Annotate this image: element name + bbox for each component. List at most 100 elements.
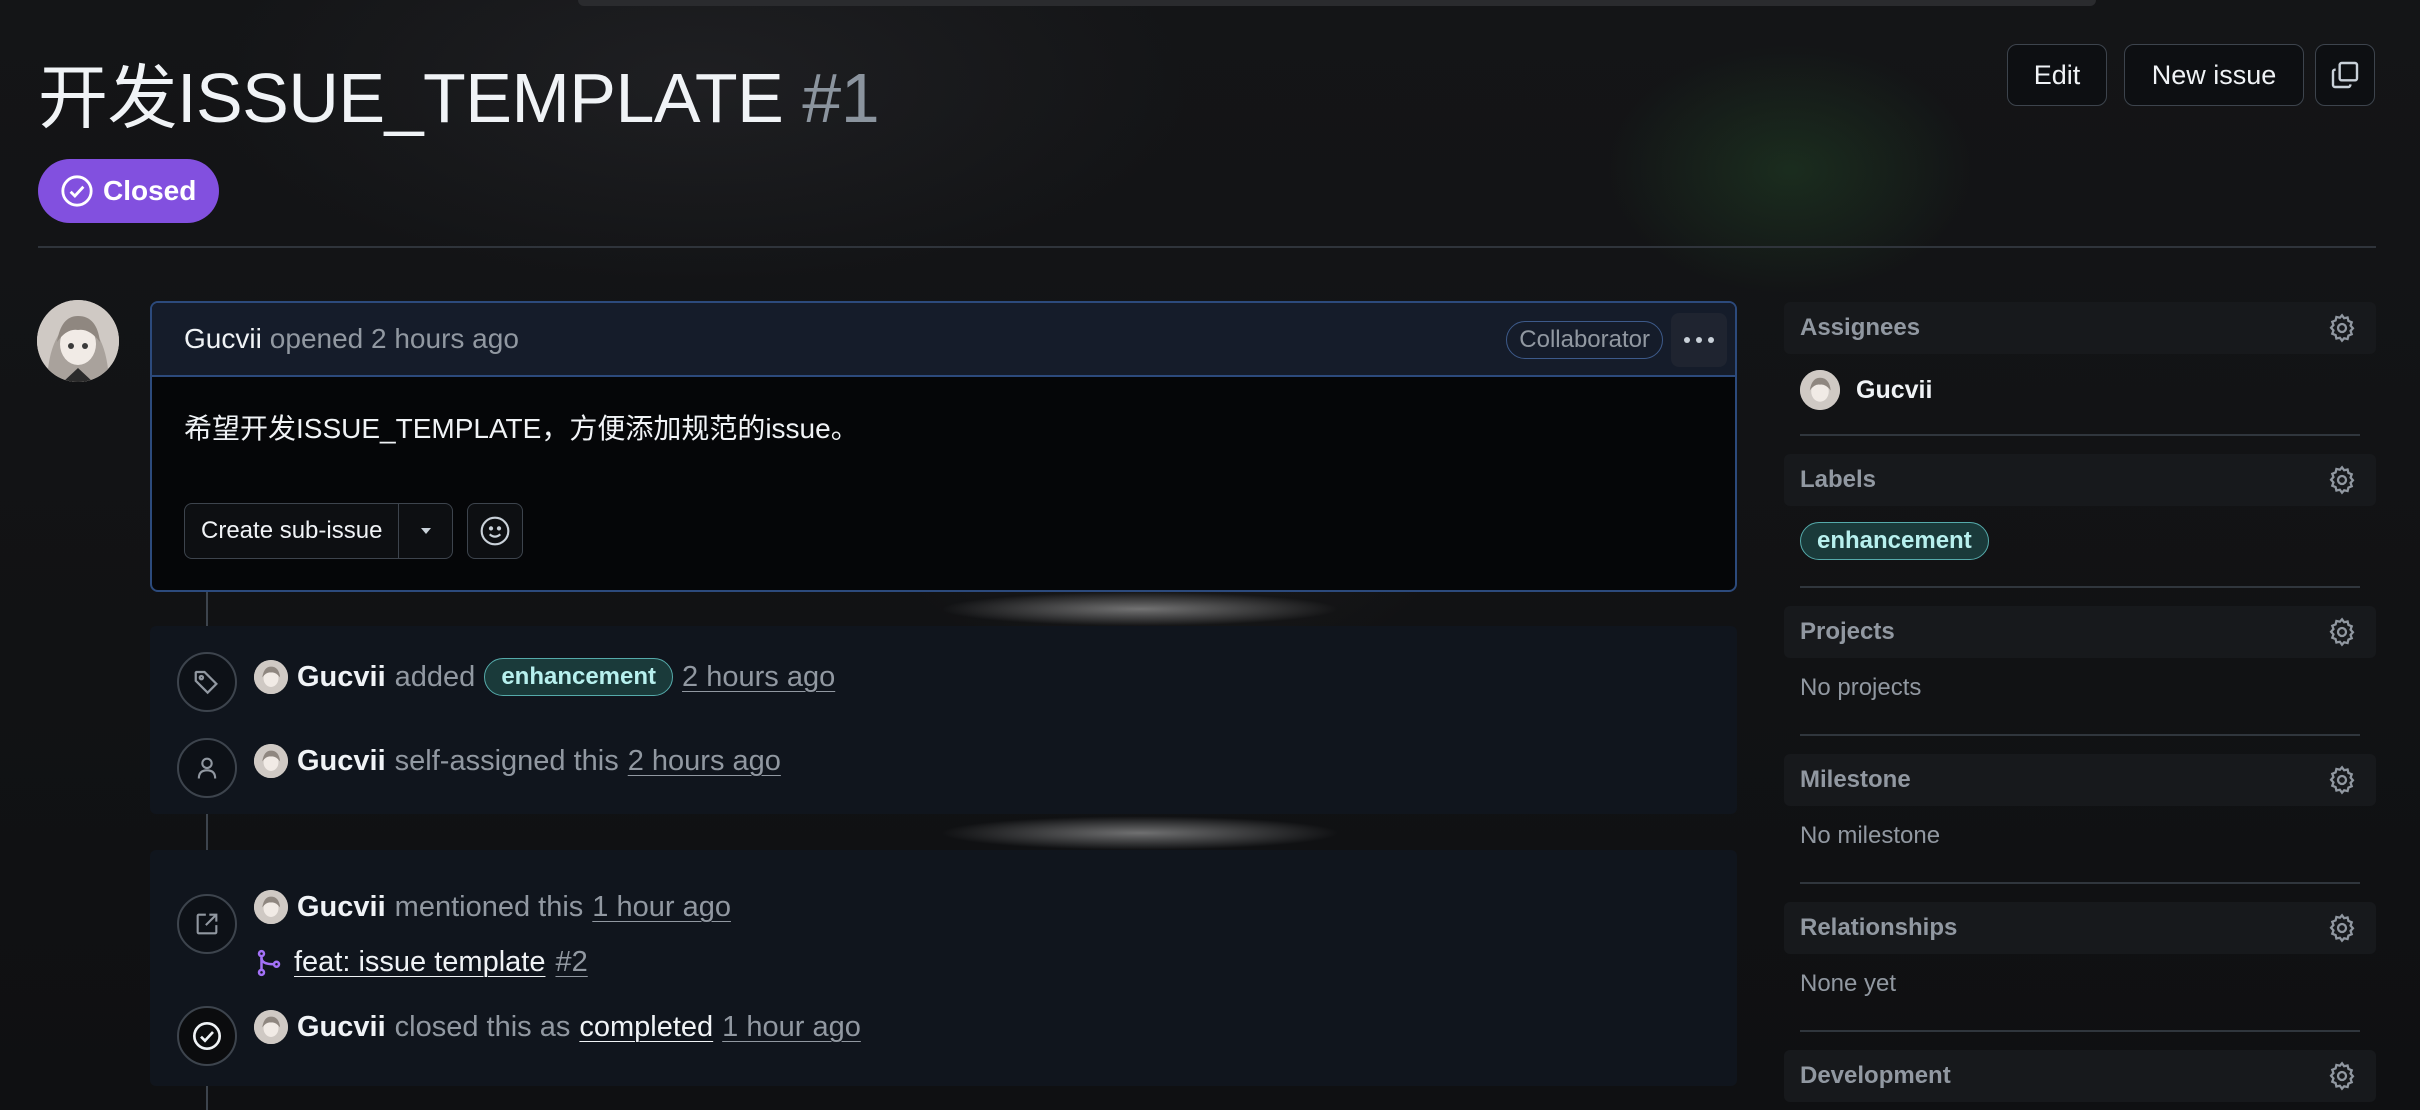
event-timestamp[interactable]: 1 hour ago bbox=[592, 891, 731, 924]
comment-actions: Create sub-issue bbox=[184, 503, 524, 559]
kebab-dot bbox=[1708, 337, 1714, 343]
comment-header: Gucvii opened 2 hours ago Collaborator bbox=[152, 303, 1735, 377]
event-action: self-assigned this bbox=[394, 744, 619, 777]
pull-request-merged-icon bbox=[257, 949, 281, 976]
gear-icon[interactable] bbox=[2326, 312, 2358, 344]
cross-reference-icon bbox=[196, 913, 218, 935]
sidebar-divider bbox=[1800, 734, 2360, 736]
new-issue-button[interactable]: New issue bbox=[2124, 44, 2304, 106]
sidebar-divider bbox=[1800, 1030, 2360, 1032]
assignees-heading: Assignees bbox=[1800, 314, 1921, 341]
milestone-heading: Milestone bbox=[1800, 766, 1911, 793]
timeline-glow bbox=[940, 816, 1340, 850]
timeline-event-closed: Gucvii closed this as completed 1 hour a… bbox=[150, 996, 1737, 1076]
event-user[interactable]: Gucvii bbox=[297, 891, 386, 924]
event-action: added bbox=[394, 660, 476, 693]
event-avatar[interactable] bbox=[254, 744, 288, 778]
event-action: closed this as bbox=[394, 1010, 571, 1043]
timeline-badge bbox=[177, 1006, 237, 1066]
copy-link-button[interactable] bbox=[2315, 44, 2375, 106]
timeline-badge bbox=[177, 738, 237, 798]
issue-title-text: 开发ISSUE_TEMPLATE bbox=[38, 59, 784, 137]
issue-title: 开发ISSUE_TEMPLATE #1 bbox=[38, 42, 880, 143]
triangle-down-icon bbox=[420, 528, 431, 534]
labels-heading: Labels bbox=[1800, 466, 1877, 493]
relationships-heading: Relationships bbox=[1800, 914, 1958, 941]
issue-state-label: Closed bbox=[103, 175, 197, 206]
event-timestamp[interactable]: 2 hours ago bbox=[628, 745, 781, 778]
sidebar-development: Development bbox=[1784, 1050, 2376, 1102]
sidebar-labels: Labels enhancement bbox=[1784, 454, 2376, 560]
event-avatar[interactable] bbox=[254, 890, 288, 924]
assignees-header[interactable]: Assignees bbox=[1784, 302, 2376, 354]
projects-value: No projects bbox=[1800, 674, 1922, 701]
gear-icon[interactable] bbox=[2326, 464, 2358, 496]
sidebar-milestone: Milestone No milestone bbox=[1784, 754, 2376, 850]
milestone-header[interactable]: Milestone bbox=[1784, 754, 2376, 806]
issue-state-badge: Closed bbox=[38, 159, 219, 223]
author-avatar[interactable] bbox=[37, 300, 119, 382]
timeline-event-assigned: Gucvii self-assigned this 2 hours ago bbox=[150, 722, 1737, 802]
event-user[interactable]: Gucvii bbox=[297, 1011, 386, 1044]
timeline-event-mentioned: Gucvii mentioned this 1 hour ago feat: i… bbox=[150, 850, 1737, 990]
label-enhancement[interactable]: enhancement bbox=[484, 658, 674, 696]
comment-author[interactable]: Gucvii bbox=[184, 323, 262, 355]
labels-list: enhancement bbox=[1784, 522, 2376, 560]
gear-icon[interactable] bbox=[2326, 1060, 2358, 1092]
timeline-badge bbox=[177, 894, 237, 954]
projects-header[interactable]: Projects bbox=[1784, 606, 2376, 658]
person-icon bbox=[197, 757, 217, 779]
assignee-avatar[interactable] bbox=[1800, 370, 1840, 410]
sidebar-divider bbox=[1800, 586, 2360, 588]
relationships-value: None yet bbox=[1800, 970, 1897, 997]
pr-title-link[interactable]: feat: issue template bbox=[294, 946, 545, 979]
edit-button[interactable]: Edit bbox=[2007, 44, 2107, 106]
add-reaction-button[interactable] bbox=[467, 503, 524, 559]
timeline-glow bbox=[940, 592, 1340, 626]
header-divider bbox=[38, 246, 2376, 248]
assignee-name[interactable]: Gucvii bbox=[1856, 376, 1932, 405]
create-sub-issue-button[interactable]: Create sub-issue bbox=[184, 503, 400, 559]
kebab-dot bbox=[1696, 337, 1702, 343]
event-user[interactable]: Gucvii bbox=[297, 745, 386, 778]
projects-heading: Projects bbox=[1800, 618, 1895, 645]
check-circle-icon bbox=[61, 175, 93, 207]
timeline-event-labeled: Gucvii added enhancement 2 hours ago bbox=[150, 636, 1737, 716]
event-avatar[interactable] bbox=[254, 660, 288, 694]
copy-icon bbox=[2331, 61, 2359, 89]
sidebar-relationships: Relationships None yet bbox=[1784, 902, 2376, 998]
issue-description-comment: Gucvii opened 2 hours ago Collaborator 希… bbox=[150, 301, 1737, 592]
referenced-pull-request[interactable]: feat: issue template #2 bbox=[254, 946, 588, 979]
collaborator-badge: Collaborator bbox=[1506, 321, 1663, 359]
event-timestamp[interactable]: 2 hours ago bbox=[682, 661, 835, 694]
milestone-value: No milestone bbox=[1800, 822, 1941, 849]
sidebar-divider bbox=[1800, 882, 2360, 884]
timeline-group: Gucvii mentioned this 1 hour ago feat: i… bbox=[150, 850, 1737, 1086]
relationships-header[interactable]: Relationships bbox=[1784, 902, 2376, 954]
event-timestamp[interactable]: 1 hour ago bbox=[722, 1011, 861, 1044]
event-user[interactable]: Gucvii bbox=[297, 661, 386, 694]
gear-icon[interactable] bbox=[2326, 912, 2358, 944]
issue-number: #1 bbox=[802, 59, 880, 137]
gear-icon[interactable] bbox=[2326, 616, 2358, 648]
development-heading: Development bbox=[1800, 1062, 1951, 1089]
timeline-badge bbox=[177, 652, 237, 712]
sidebar-assignees: Assignees Gucvii bbox=[1784, 302, 2376, 410]
comment-body: 希望开发ISSUE_TEMPLATE，方便添加规范的issue。 bbox=[184, 413, 859, 444]
pr-number-link[interactable]: #2 bbox=[555, 946, 587, 979]
sub-issue-dropdown-button[interactable] bbox=[399, 503, 454, 559]
top-bar-edge bbox=[578, 0, 2096, 6]
labels-header[interactable]: Labels bbox=[1784, 454, 2376, 506]
comment-actions-button[interactable] bbox=[1671, 313, 1727, 367]
tag-icon bbox=[194, 670, 218, 695]
completed-link[interactable]: completed bbox=[579, 1011, 713, 1044]
event-avatar[interactable] bbox=[254, 1010, 288, 1044]
timeline-group: Gucvii added enhancement 2 hours ago Guc… bbox=[150, 626, 1737, 814]
assignee-entry[interactable]: Gucvii bbox=[1784, 370, 2376, 410]
gear-icon[interactable] bbox=[2326, 764, 2358, 796]
development-header[interactable]: Development bbox=[1784, 1050, 2376, 1102]
smiley-icon bbox=[481, 516, 510, 546]
sidebar-projects: Projects No projects bbox=[1784, 606, 2376, 702]
kebab-dot bbox=[1684, 337, 1690, 343]
label-enhancement[interactable]: enhancement bbox=[1800, 522, 1989, 560]
